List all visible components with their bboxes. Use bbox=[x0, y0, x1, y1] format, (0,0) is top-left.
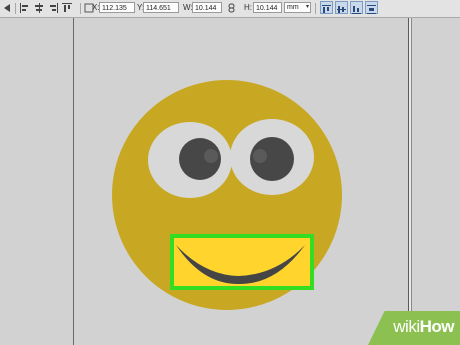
right-pupil-highlight bbox=[253, 149, 267, 163]
smiley-face-drawing bbox=[112, 80, 342, 310]
left-pupil-highlight bbox=[204, 149, 218, 163]
wikihow-logo: wikiHow bbox=[393, 317, 454, 336]
